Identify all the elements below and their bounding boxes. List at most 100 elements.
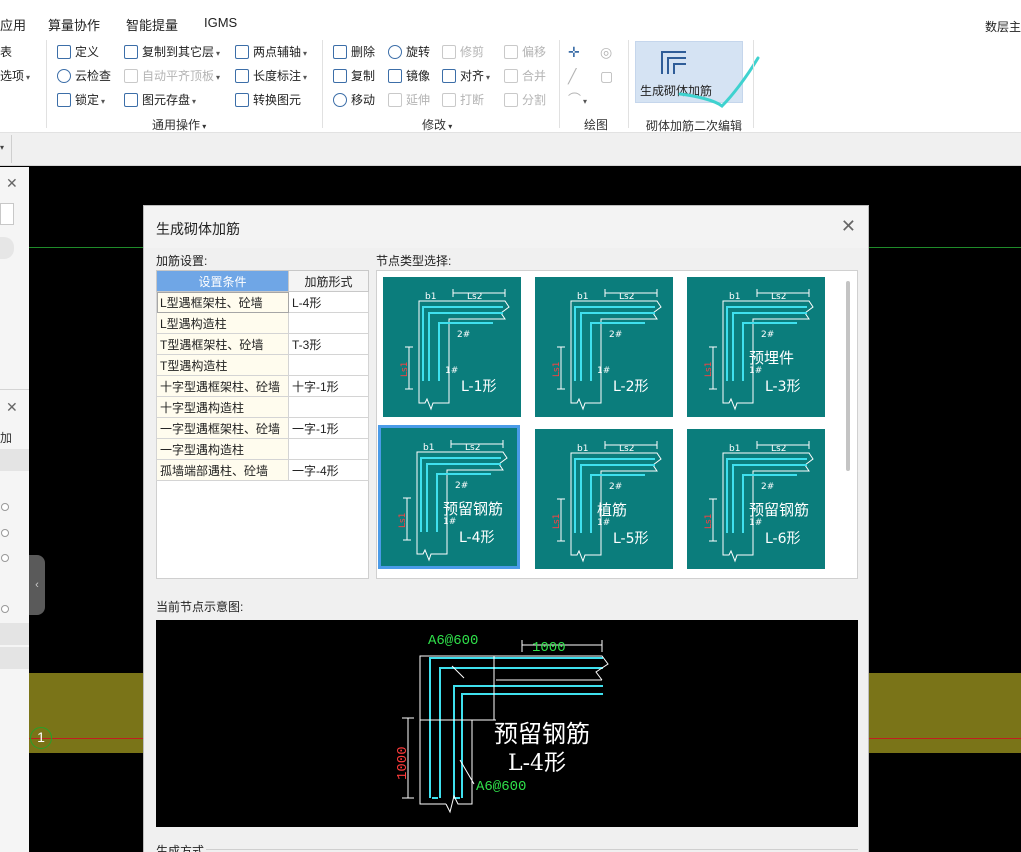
- node-type-thumb[interactable]: b1 Ls2 Ls1 2# 1# 预留钢筋 L-4形: [378, 425, 520, 569]
- auto-align-top-button[interactable]: 自动平齐顶板 ▾: [124, 66, 220, 86]
- length-dimension-button[interactable]: 长度标注 ▾: [235, 66, 307, 86]
- form-cell[interactable]: 一字-1形: [288, 417, 369, 439]
- panel-row[interactable]: [0, 647, 29, 669]
- node-type-diagram: b1 Ls2 Ls1 2# 1#预留钢筋 L-4形: [398, 440, 508, 562]
- toolbar-dropdown-caret[interactable]: ▾: [0, 143, 4, 152]
- condition-cell[interactable]: 十字型遇构造柱: [156, 396, 289, 418]
- merge-button[interactable]: 合并: [504, 66, 546, 86]
- condition-cell[interactable]: T型遇构造柱: [156, 354, 289, 376]
- bar-label-2: 2#: [761, 482, 774, 492]
- save-element-button[interactable]: 图元存盘 ▾: [124, 90, 196, 110]
- table-row[interactable]: 孤墙端部遇柱、砼墙 一字-4形: [156, 459, 369, 481]
- dim-label-ls2: Ls2: [619, 444, 634, 454]
- align-button[interactable]: 对齐 ▾: [442, 66, 490, 86]
- line-draw-button[interactable]: ╱: [568, 66, 576, 86]
- menu-item-smart-extract[interactable]: 智能提量: [126, 15, 178, 34]
- table-row[interactable]: T型遇框架柱、砼墙 T-3形: [156, 333, 369, 355]
- dim-label-b1: b1: [729, 292, 740, 302]
- dim-label-ls1: Ls1: [552, 514, 562, 529]
- node-type-gallery: b1 Ls2 Ls1 2# 1# L-1形 b1 Ls2 Ls1 2# 1# L-2形 b1 Ls2 Ls1…: [376, 270, 858, 579]
- form-cell[interactable]: [288, 396, 369, 418]
- panel-row[interactable]: [0, 623, 29, 645]
- form-cell[interactable]: 十字-1形: [288, 375, 369, 397]
- table-row[interactable]: 十字型遇框架柱、砼墙 十字-1形: [156, 375, 369, 397]
- condition-cell[interactable]: L型遇框架柱、砼墙: [156, 291, 289, 313]
- condition-cell[interactable]: L型遇构造柱: [156, 312, 289, 334]
- offset-icon: [504, 45, 518, 59]
- move-button[interactable]: 移动: [333, 90, 375, 110]
- node-type-thumb[interactable]: b1 Ls2 Ls1 2# 1# 预留钢筋 L-6形: [685, 427, 827, 571]
- table-row[interactable]: 十字型遇构造柱: [156, 396, 369, 418]
- two-point-axis-button[interactable]: 两点辅轴 ▾: [235, 42, 307, 62]
- form-cell[interactable]: L-4形: [288, 291, 369, 313]
- node-type-thumb[interactable]: b1 Ls2 Ls1 2# 1# 预埋件 L-3形: [685, 275, 827, 419]
- mirror-button[interactable]: 镜像: [388, 66, 430, 86]
- node-type-diagram: b1 Ls2 Ls1 2# 1#L-2形: [552, 289, 662, 411]
- menu-item-apply[interactable]: 应用: [0, 15, 26, 34]
- convert-icon: [235, 93, 249, 107]
- close-icon[interactable]: ✕: [6, 175, 18, 192]
- table-row[interactable]: L型遇框架柱、砼墙 L-4形: [156, 291, 369, 313]
- scrollbar[interactable]: [846, 281, 850, 471]
- condition-cell[interactable]: 孤墙端部遇柱、砼墙: [156, 459, 289, 481]
- break-button[interactable]: 打断: [442, 90, 484, 110]
- table-row[interactable]: 一字型遇构造柱: [156, 438, 369, 460]
- radio-option[interactable]: [1, 529, 9, 537]
- group-label-modify[interactable]: 修改 ▾: [422, 116, 452, 133]
- delete-button[interactable]: 删除: [333, 42, 375, 62]
- condition-cell[interactable]: T型遇框架柱、砼墙: [156, 333, 289, 355]
- offset-button[interactable]: 偏移: [504, 42, 546, 62]
- table-row[interactable]: T型遇构造柱: [156, 354, 369, 376]
- condition-cell[interactable]: 一字型遇构造柱: [156, 438, 289, 460]
- panel-search[interactable]: [0, 237, 14, 259]
- condition-cell[interactable]: 一字型遇框架柱、砼墙: [156, 417, 289, 439]
- copy-button[interactable]: 复制: [333, 66, 375, 86]
- node-type-thumb[interactable]: b1 Ls2 Ls1 2# 1# L-1形: [381, 275, 523, 419]
- node-type-thumb[interactable]: b1 Ls2 Ls1 2# 1# L-2形: [533, 275, 675, 419]
- table-row[interactable]: 一字型遇框架柱、砼墙 一字-1形: [156, 417, 369, 439]
- table-row[interactable]: L型遇构造柱: [156, 312, 369, 334]
- extend-button[interactable]: 延伸: [388, 90, 430, 110]
- menu-item-igms[interactable]: IGMS: [204, 15, 237, 30]
- panel-input[interactable]: [0, 203, 14, 225]
- node-type-thumb[interactable]: b1 Ls2 Ls1 2# 1# 植筋 L-5形: [533, 427, 675, 571]
- axis-marker[interactable]: 1: [30, 727, 52, 749]
- curve-draw-button[interactable]: ⌒ ▾: [568, 90, 587, 110]
- menu-item-collab[interactable]: 算量协作: [48, 15, 100, 34]
- form-cell[interactable]: [288, 312, 369, 334]
- trim-button[interactable]: 修剪: [442, 42, 484, 62]
- convert-element-button[interactable]: 转换图元: [235, 90, 301, 110]
- group-label-general[interactable]: 通用操作 ▾: [152, 116, 206, 133]
- split-button[interactable]: 分割: [504, 90, 546, 110]
- bar-label-1: 1#: [749, 518, 762, 528]
- radio-option[interactable]: [1, 503, 9, 511]
- close-icon[interactable]: ✕: [841, 216, 856, 237]
- panel-collapse-handle[interactable]: ‹: [29, 555, 45, 615]
- floor-setting-label[interactable]: 数层主: [985, 18, 1021, 35]
- node-type-label: 节点类型选择:: [376, 254, 452, 268]
- dim-label-ls2: Ls2: [771, 444, 786, 454]
- define-button[interactable]: 定义: [57, 42, 99, 62]
- copy-to-floor-button[interactable]: 复制到其它层 ▾: [124, 42, 220, 62]
- form-cell[interactable]: [288, 438, 369, 460]
- lock-button[interactable]: 锁定 ▾: [57, 90, 105, 110]
- form-cell[interactable]: T-3形: [288, 333, 369, 355]
- arc-draw-button[interactable]: ◎: [600, 42, 612, 62]
- ribbon-partial-options[interactable]: 选项 ▾: [0, 66, 30, 86]
- radio-option[interactable]: [1, 554, 9, 562]
- panel-row[interactable]: [0, 449, 29, 471]
- rotate-icon: [388, 45, 402, 59]
- ribbon-partial-table[interactable]: 表: [0, 42, 12, 62]
- rotate-button[interactable]: 旋转: [388, 42, 430, 62]
- thumb-name: L-5形: [613, 531, 649, 547]
- form-cell[interactable]: 一字-4形: [288, 459, 369, 481]
- condition-cell[interactable]: 十字型遇框架柱、砼墙: [156, 375, 289, 397]
- rect-draw-button[interactable]: ▢: [600, 66, 613, 86]
- vertical-length-label: 1000: [395, 746, 411, 780]
- radio-option[interactable]: [1, 605, 9, 613]
- cloud-check-button[interactable]: 云检查: [57, 66, 111, 86]
- form-cell[interactable]: [288, 354, 369, 376]
- close-icon[interactable]: ✕: [6, 399, 18, 416]
- node-type-diagram: b1 Ls2 Ls1 2# 1#L-1形: [400, 289, 510, 411]
- point-draw-button[interactable]: ✛: [568, 42, 580, 62]
